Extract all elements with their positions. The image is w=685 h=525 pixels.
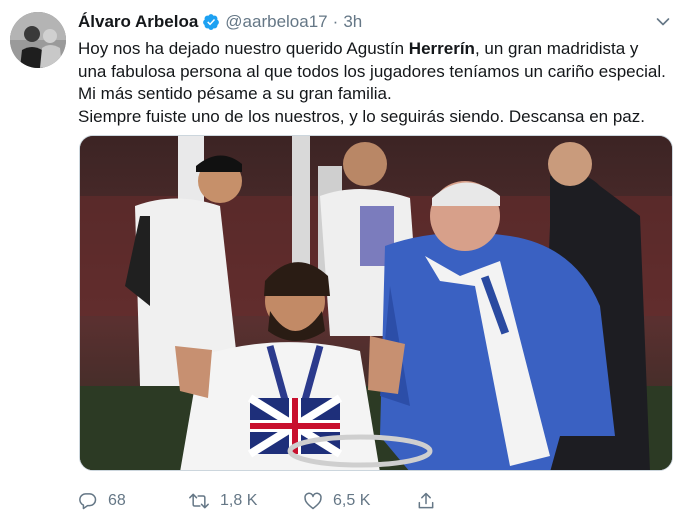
avatar-image [10, 12, 66, 68]
tweet-line-1: Hoy nos ha dejado nuestro querido Agustí… [78, 39, 639, 58]
reply-count: 68 [108, 492, 126, 509]
timestamp[interactable]: 3h [343, 12, 362, 32]
retweet-button[interactable]: 1,8 K [188, 486, 257, 516]
share-icon [418, 492, 434, 509]
tweet-header: Álvaro Arbeloa @aarbeloa17 · 3h [78, 10, 362, 34]
tweet-line-2: una fabulosa persona al que todos los ju… [78, 61, 666, 81]
display-name[interactable]: Álvaro Arbeloa [78, 12, 198, 32]
highlighted-name: Herrerín [408, 39, 475, 58]
like-button[interactable]: 6,5 K [303, 486, 370, 516]
reply-icon [79, 493, 97, 510]
retweet-icon [189, 493, 209, 509]
tweet-line-4: Siempre fuiste uno de los nuestros, y lo… [78, 106, 645, 126]
avatar[interactable] [10, 12, 66, 68]
photo-celebration [80, 136, 672, 470]
retweet-count: 1,8 K [220, 492, 258, 509]
tweet-photo[interactable] [79, 135, 673, 471]
tweet-actions: 68 1,8 K 6,5 K [78, 486, 458, 516]
chevron-down-icon[interactable] [655, 14, 671, 30]
like-count: 6,5 K [333, 492, 371, 509]
tweet-text: Hoy nos ha dejado nuestro querido Agustí… [78, 38, 668, 128]
heart-icon [304, 492, 322, 510]
reply-button[interactable]: 68 [78, 486, 126, 516]
share-button[interactable] [416, 486, 446, 516]
tweet[interactable]: Álvaro Arbeloa @aarbeloa17 · 3h Hoy nos … [0, 0, 685, 525]
tweet-line-3: Mi más sentido pésame a su gran familia. [78, 84, 392, 103]
separator-dot: · [332, 12, 339, 31]
handle[interactable]: @aarbeloa17 [225, 12, 327, 32]
verified-badge-icon [203, 14, 220, 30]
